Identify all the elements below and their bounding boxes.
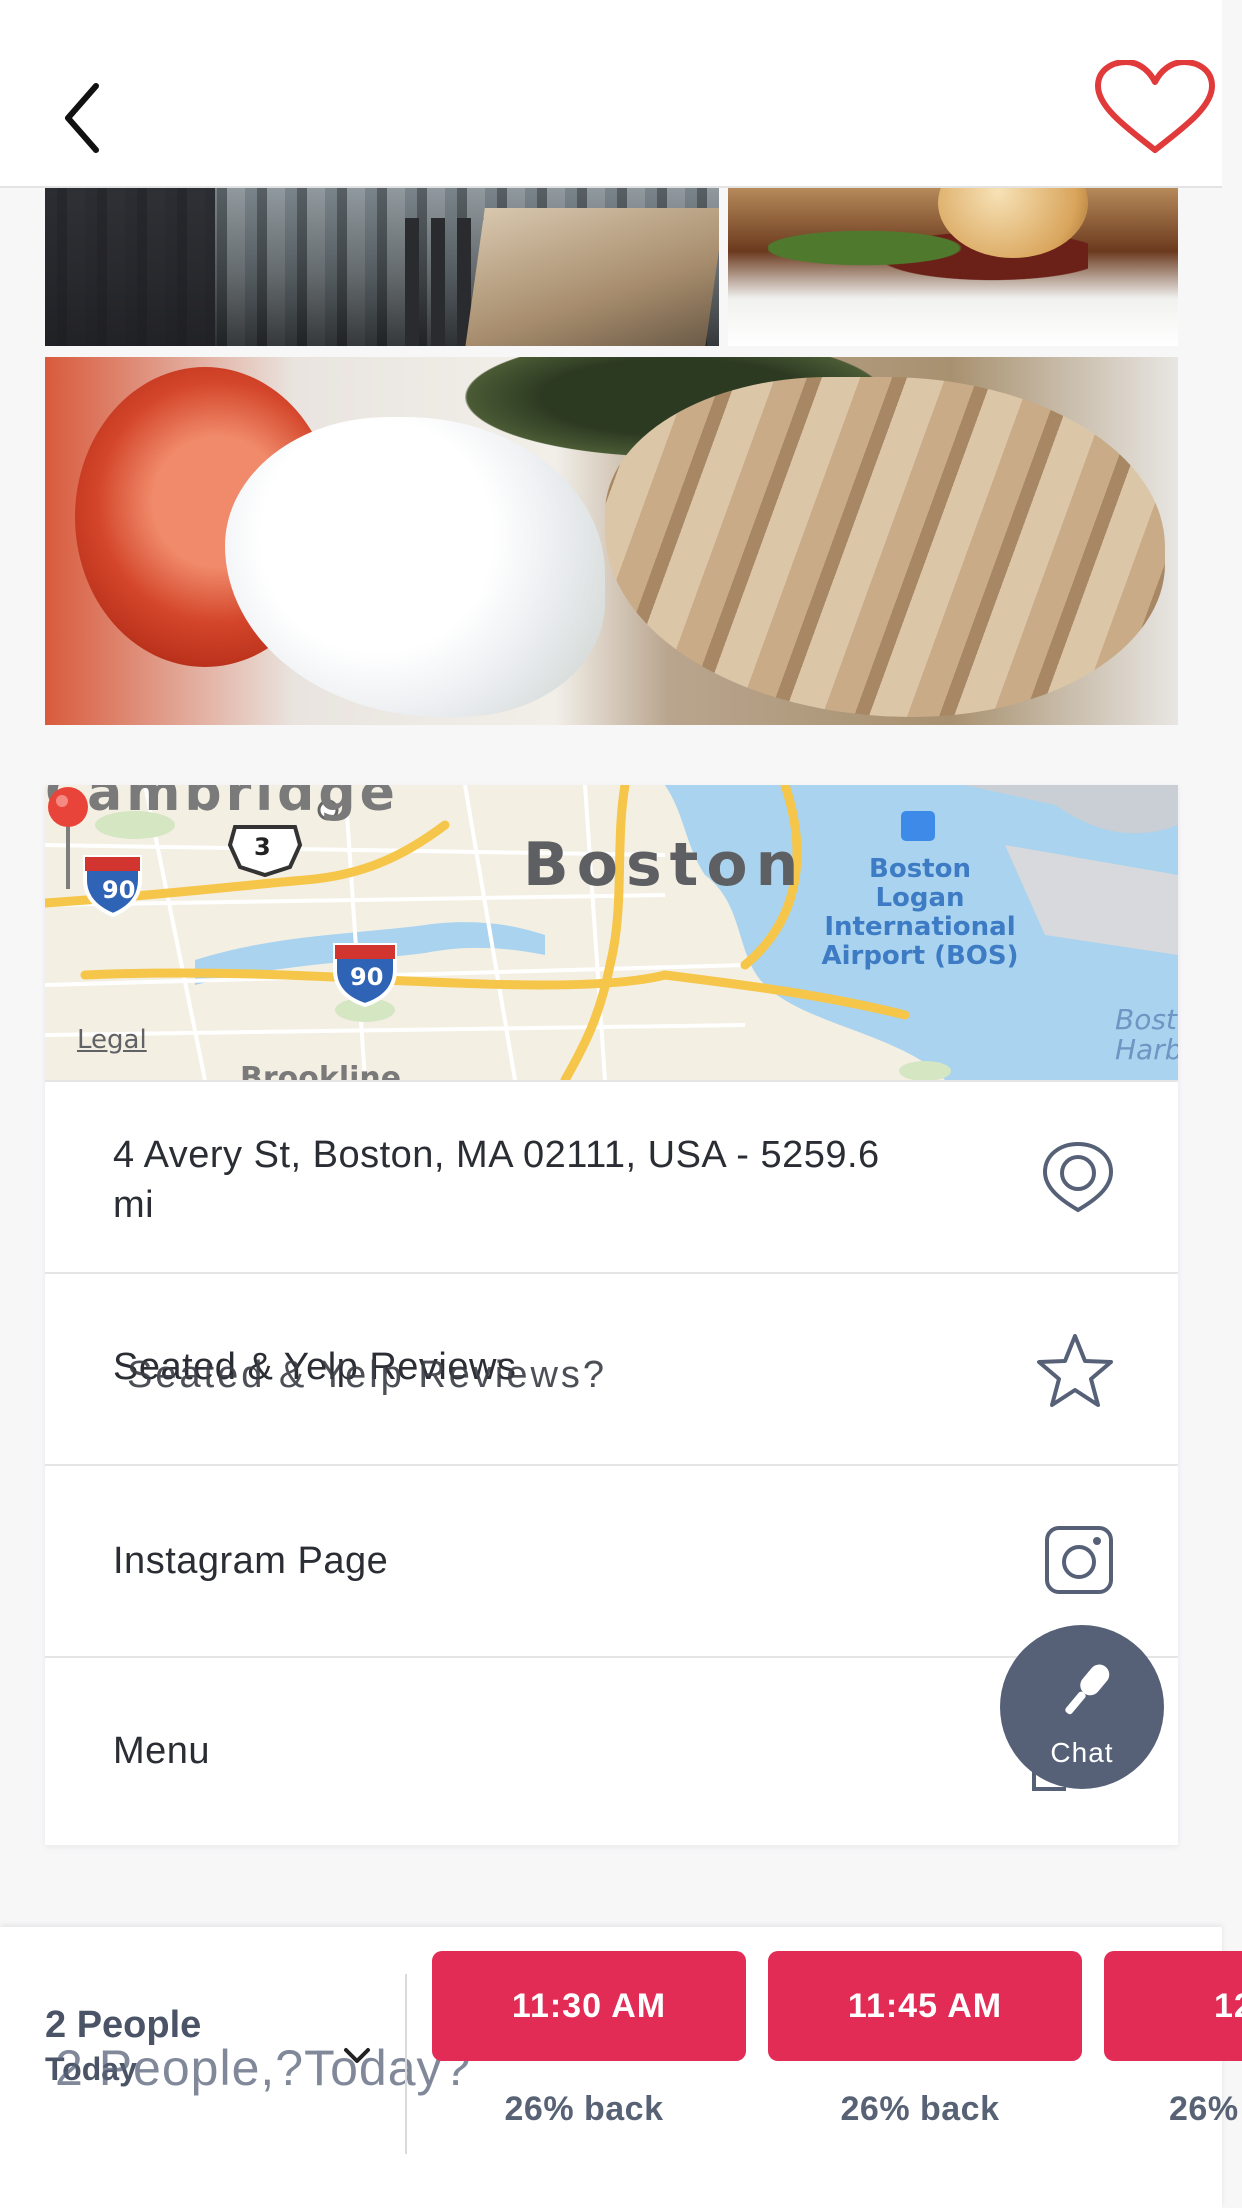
star-icon: [1037, 1334, 1113, 1407]
dish-photo-chicken-salad[interactable]: [45, 357, 1178, 725]
map-pin-icon: [48, 787, 88, 889]
heart-icon: [1095, 59, 1215, 153]
instagram-label: Instagram Page: [113, 1540, 389, 1582]
time-slot-button[interactable]: 12:00 PM: [1104, 1951, 1242, 2061]
favorite-button[interactable]: [1090, 59, 1220, 160]
menu-label: Menu: [113, 1730, 211, 1772]
map-shield-label: 90: [102, 876, 136, 904]
time-slot-button[interactable]: 11:45 AM: [768, 1951, 1082, 2061]
address-row[interactable]: 4 Avery St, Boston, MA 02111, USA - 5259…: [45, 1080, 1178, 1272]
time-slot-cashback: 26% back: [504, 2090, 664, 2128]
party-size-selector[interactable]: 2 People Today 2 People,?Today?: [45, 2004, 470, 2134]
location-target-icon: [1042, 1141, 1114, 1213]
instagram-icon: [1045, 1526, 1113, 1594]
chevron-left-icon: [65, 83, 99, 153]
map-shield-label: 90: [350, 963, 384, 991]
party-ghost-label: 2 People,?Today?: [55, 2040, 472, 2096]
booking-bar: 2 People Today 2 People,?Today? 11:30 AM…: [0, 1927, 1242, 2208]
chat-label: Chat: [1050, 1737, 1114, 1768]
back-button[interactable]: [50, 70, 120, 160]
map-label-cambridge: Cambridge: [45, 785, 399, 823]
address-text: 4 Avery St, Boston, MA 02111, USA - 5259…: [113, 1134, 880, 1226]
header-bar: [0, 0, 1222, 188]
location-map[interactable]: 90 3 90 Cambridge Boston Brookline Bosto…: [45, 785, 1178, 1080]
reviews-row[interactable]: Seated & Yelp Reviews Seated & Yelp Revi…: [45, 1272, 1178, 1464]
time-slot-button[interactable]: 11:30 AM: [432, 1951, 746, 2061]
map-label-harbor: Boston Harbor: [1115, 1003, 1178, 1066]
instagram-row[interactable]: Instagram Page: [45, 1464, 1178, 1656]
time-slot-cashback: 26% back: [840, 2090, 1000, 2128]
time-slot-cashback: 26% back: [1169, 2090, 1242, 2128]
dish-photo-scallop[interactable]: [728, 188, 1178, 346]
chat-button[interactable]: Chat: [1000, 1625, 1164, 1789]
map-legal-link[interactable]: Legal: [77, 1025, 147, 1055]
map-label-airport: Boston Logan International Airport (BOS): [821, 854, 1019, 971]
reviews-ghost-label: Seated & Yelp Reviews?: [127, 1354, 608, 1396]
photo-detail-chicken: [605, 377, 1165, 717]
restaurant-interior-photo[interactable]: [45, 188, 719, 346]
restaurant-detail-screen: 90 3 90 Cambridge Boston Brookline Bosto…: [0, 0, 1242, 2208]
photo-detail-mozzarella: [225, 417, 605, 717]
photo-detail-counter: [465, 208, 719, 346]
microphone-icon: [1065, 1664, 1110, 1715]
map-label-brookline: Brookline: [240, 1061, 402, 1080]
booking-divider: [405, 1974, 407, 2154]
map-shield-label: 3: [254, 833, 271, 861]
map-label-city: Boston: [523, 830, 807, 900]
chevron-down-icon: [344, 2048, 370, 2063]
